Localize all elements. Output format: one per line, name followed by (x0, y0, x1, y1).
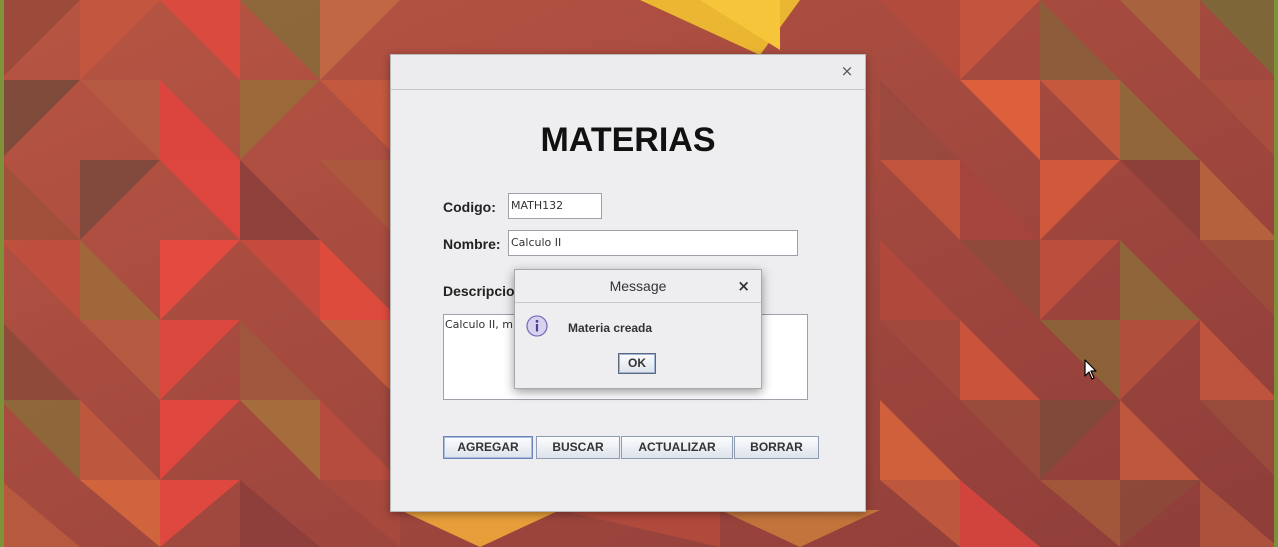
window-titlebar[interactable]: × (391, 55, 865, 90)
ok-button[interactable]: OK (618, 353, 656, 374)
codigo-label: Codigo: (443, 199, 496, 215)
actualizar-button[interactable]: ACTUALIZAR (621, 436, 733, 459)
agregar-button[interactable]: AGREGAR (443, 436, 533, 459)
info-icon (526, 315, 548, 337)
nombre-input[interactable]: Calculo II (508, 230, 798, 256)
codigo-input[interactable]: MATH132 (508, 193, 602, 219)
message-dialog: Message × Materia creada OK (514, 269, 762, 389)
buscar-button[interactable]: BUSCAR (536, 436, 620, 459)
dialog-close-icon[interactable]: × (737, 277, 750, 295)
dialog-message: Materia creada (568, 321, 653, 335)
borrar-button[interactable]: BORRAR (734, 436, 819, 459)
window-close-icon[interactable]: × (839, 63, 855, 79)
page-title: MATERIAS (540, 121, 716, 159)
mouse-pointer-icon (1084, 359, 1097, 380)
nombre-label: Nombre: (443, 236, 501, 252)
descripcion-label: Descripcion (443, 283, 524, 299)
dialog-titlebar[interactable]: Message × (515, 270, 761, 303)
dialog-title: Message (609, 278, 667, 294)
